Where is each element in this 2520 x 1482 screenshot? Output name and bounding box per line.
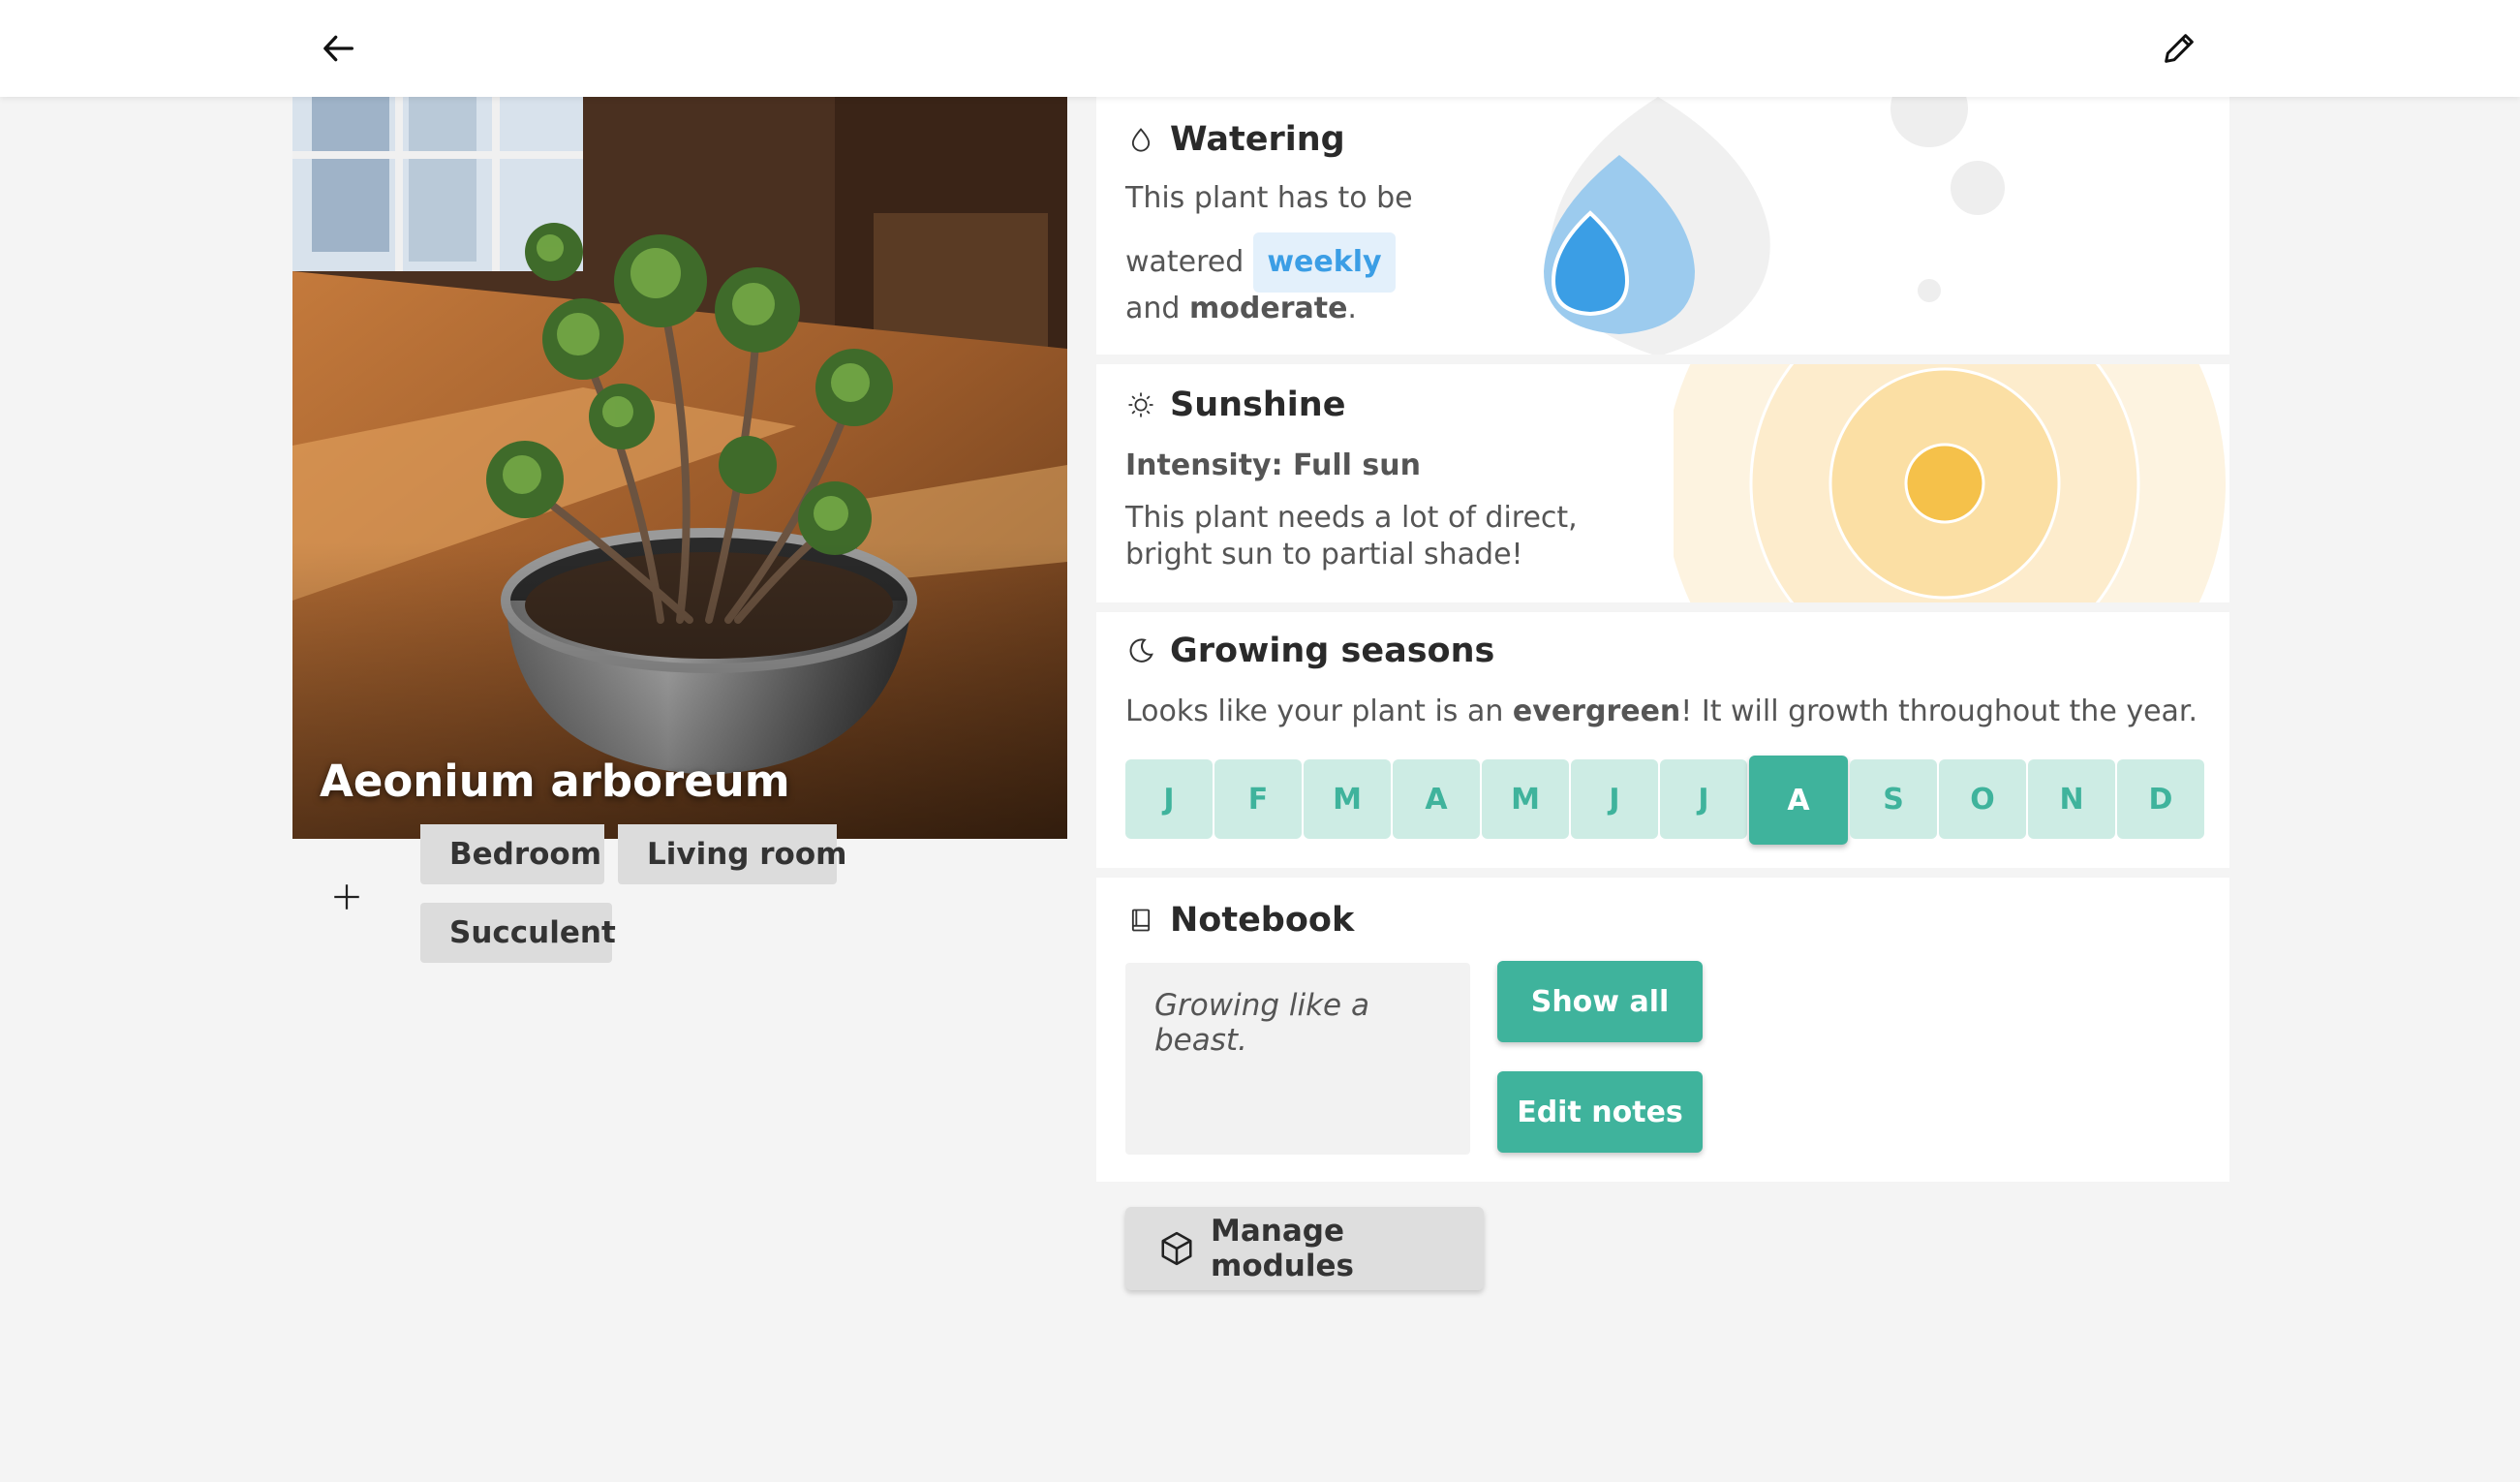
watering-and: and [1125,292,1181,325]
notebook-card: Notebook Growing like a beast. Show all … [1096,878,2229,1182]
droplet-icon [1131,128,1151,152]
month-sep[interactable]: S [1850,759,1937,839]
month-aug[interactable]: A [1749,756,1848,845]
notebook-title-text: Notebook [1170,901,1355,940]
manage-modules-label: Manage modules [1211,1214,1354,1283]
month-mar[interactable]: M [1304,759,1391,839]
manage-modules-button[interactable]: Manage modules [1125,1207,1484,1290]
watering-prefix: watered [1125,245,1245,279]
sunshine-title: Sunshine [1125,386,1345,424]
seasons-desc-prefix: Looks like your plant is an [1125,695,1504,728]
month-jan[interactable]: J [1125,759,1213,839]
sunshine-description: This plant needs a lot of direct, bright… [1125,501,1578,571]
tag-chip[interactable]: Living room [618,824,846,884]
watering-card: Watering This plant has to be watered we… [1096,97,2229,355]
tag-chip[interactable]: Succulent [420,903,616,963]
month-may[interactable]: M [1482,759,1569,839]
plus-icon [334,884,359,910]
watering-text-line1: This plant has to be [1125,181,1413,215]
month-nov[interactable]: N [2028,759,2115,839]
sunshine-title-text: Sunshine [1170,386,1346,424]
plant-name: Aeonium arboreum [320,756,790,807]
top-app-bar [0,0,2520,97]
back-button[interactable] [308,17,370,79]
seasons-desc-bold: evergreen [1512,695,1681,728]
sunshine-card: Sunshine Intensity: Full sun This plant … [1096,364,2229,602]
watering-title-text: Watering [1170,120,1345,159]
month-dec[interactable]: D [2117,759,2204,839]
watering-frequency-badge[interactable]: weekly [1253,232,1396,293]
seasons-description: Looks like your plant is an evergreen! I… [1125,694,2197,730]
show-all-notes-button[interactable]: Show all [1497,961,1703,1042]
edit-button[interactable] [2148,17,2210,79]
month-jun[interactable]: J [1571,759,1658,839]
arrow-left-icon [323,35,353,62]
month-oct[interactable]: O [1939,759,2026,839]
cube-icon [1161,1231,1192,1266]
month-selector: J F M A M J J A S O N D [1125,756,2204,845]
watering-text-line3: and moderate. [1125,291,1357,327]
month-jul[interactable]: J [1660,759,1747,839]
sun-intensity: Intensity: Full sun [1125,448,1421,482]
bubble-decoration [1890,97,2005,302]
edit-notes-button[interactable]: Edit notes [1497,1071,1703,1153]
month-apr[interactable]: A [1393,759,1480,839]
growing-seasons-card: Growing seasons Looks like your plant is… [1096,612,2229,868]
seasons-desc-suffix: ! It will growth throughout the year. [1680,695,2198,728]
sun-illustration [1674,364,2226,602]
watering-text-line2: watered weekly [1125,232,1396,293]
plant-photo: Aeonium arboreum [292,97,1067,839]
month-feb[interactable]: F [1214,759,1302,839]
book-icon [1131,909,1151,932]
moon-icon [1129,638,1153,663]
seasons-title-text: Growing seasons [1170,632,1495,670]
watering-amount: moderate [1189,292,1348,325]
pencil-icon [2165,34,2194,63]
notebook-title: Notebook [1125,901,1354,940]
latest-note[interactable]: Growing like a beast. [1125,963,1470,1155]
add-tag-button[interactable] [320,870,374,924]
seasons-title: Growing seasons [1125,632,1494,670]
watering-title: Watering [1125,120,1345,159]
sun-icon [1128,392,1153,417]
watering-period: . [1347,292,1357,325]
tag-chip[interactable]: Bedroom [420,824,604,884]
